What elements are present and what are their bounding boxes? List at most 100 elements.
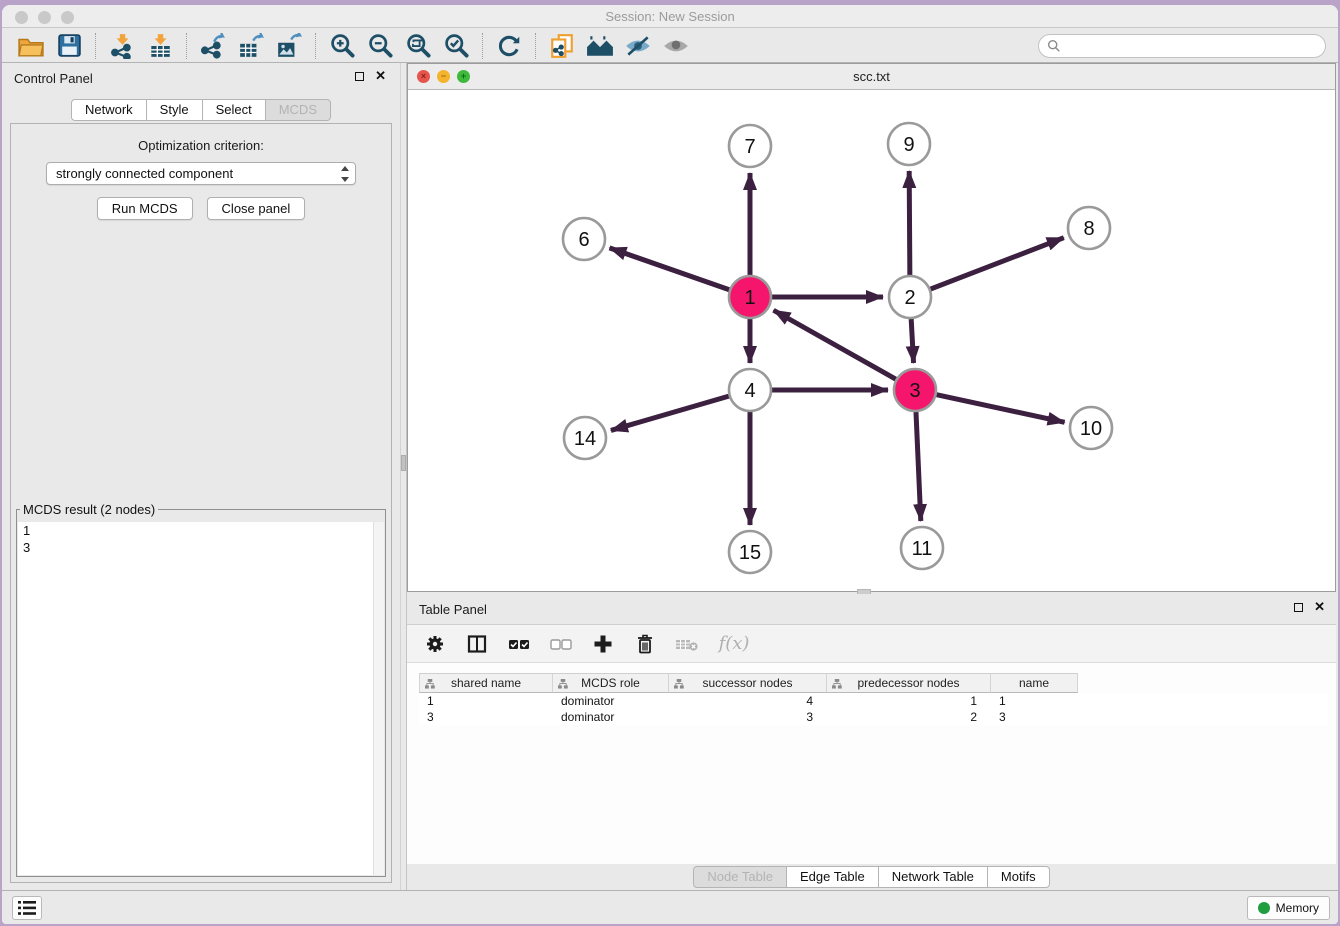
svg-text:8: 8 — [1083, 218, 1094, 240]
graph-node-4[interactable]: 4 — [729, 369, 771, 411]
graph-edge-4-14[interactable] — [611, 396, 729, 430]
graph-node-3[interactable]: 3 — [894, 369, 936, 411]
column-header-label: name — [1019, 676, 1049, 690]
zoom-out-icon — [367, 32, 394, 59]
graph-node-15[interactable]: 15 — [729, 531, 771, 573]
export-network-button[interactable] — [194, 31, 232, 61]
close-table-panel-icon[interactable]: ✕ — [1314, 599, 1325, 615]
result-line: 1 — [18, 522, 384, 539]
tab-motifs[interactable]: Motifs — [987, 866, 1050, 888]
vertical-splitter-grip[interactable] — [401, 455, 406, 471]
close-panel-icon[interactable]: ✕ — [375, 68, 386, 84]
graph-edge-3-11[interactable] — [916, 412, 921, 521]
vertical-splitter[interactable] — [400, 63, 407, 890]
search-box — [1038, 34, 1326, 58]
column-header-shared-name[interactable]: shared name — [419, 673, 553, 693]
trash-icon — [635, 634, 655, 654]
zoom-fit-icon — [405, 32, 432, 59]
deselect-all-rows-button[interactable] — [549, 632, 573, 656]
tab-mcds[interactable]: MCDS — [265, 99, 331, 121]
column-header-predecessor-nodes[interactable]: predecessor nodes — [827, 673, 991, 693]
hide-panels-button[interactable] — [619, 31, 657, 61]
zoom-in-button[interactable] — [323, 31, 361, 61]
graph-edge-3-1[interactable] — [774, 310, 896, 379]
graph-node-11[interactable]: 11 — [901, 527, 943, 569]
search-input[interactable] — [1066, 37, 1317, 54]
network-canvas[interactable]: 7 9 6 8 1 2 4 3 14 10 15 11 — [408, 90, 1335, 591]
delete-table-button[interactable] — [675, 632, 699, 656]
mcds-result-legend: MCDS result (2 nodes) — [20, 502, 158, 517]
tab-network-table[interactable]: Network Table — [878, 866, 988, 888]
attribute-icon — [832, 679, 842, 689]
network-window-title: scc.txt — [408, 69, 1335, 84]
import-table-icon — [147, 33, 173, 59]
table-row[interactable]: 1dominator411 — [419, 693, 1328, 709]
tab-select[interactable]: Select — [202, 99, 266, 121]
graph-edge-1-6[interactable] — [609, 248, 729, 290]
table-cell: dominator — [553, 709, 669, 725]
column-header-name[interactable]: name — [991, 673, 1078, 693]
network-graph[interactable]: 7 9 6 8 1 2 4 3 14 10 15 11 — [408, 90, 1335, 591]
import-table-button[interactable] — [141, 31, 179, 61]
duplicate-network-button[interactable] — [543, 31, 581, 61]
tab-style[interactable]: Style — [146, 99, 203, 121]
import-network-button[interactable] — [103, 31, 141, 61]
save-session-button[interactable] — [50, 31, 88, 61]
graph-node-7[interactable]: 7 — [729, 125, 771, 167]
graph-edge-3-10[interactable] — [937, 395, 1065, 423]
export-table-button[interactable] — [232, 31, 270, 61]
column-header-successor-nodes[interactable]: successor nodes — [669, 673, 827, 693]
run-mcds-button[interactable]: Run MCDS — [97, 197, 193, 220]
table-row[interactable]: 3dominator323 — [419, 709, 1328, 725]
criterion-dropdown[interactable]: strongly connected component — [46, 162, 356, 185]
table-cell: 3 — [419, 709, 553, 725]
zoom-in-icon — [329, 32, 356, 59]
close-panel-button[interactable]: Close panel — [207, 197, 306, 220]
graph-node-1[interactable]: 1 — [729, 276, 771, 318]
criterion-value: strongly connected component — [56, 166, 233, 181]
tab-node-table[interactable]: Node Table — [693, 866, 787, 888]
graph-edge-2-3[interactable] — [911, 319, 913, 363]
apply-function-button[interactable]: f(x) — [717, 632, 751, 656]
graph-edge-2-8[interactable] — [931, 238, 1064, 289]
table-settings-button[interactable] — [423, 632, 447, 656]
open-session-button[interactable] — [12, 31, 50, 61]
delete-rows-button[interactable] — [633, 632, 657, 656]
attribute-icon — [425, 679, 435, 689]
svg-text:11: 11 — [912, 538, 933, 560]
graph-node-6[interactable]: 6 — [563, 218, 605, 260]
show-panels-button[interactable] — [657, 31, 695, 61]
mcds-result-area[interactable]: 13 — [18, 522, 384, 875]
graph-node-8[interactable]: 8 — [1068, 207, 1110, 249]
float-panel-icon[interactable] — [355, 72, 364, 81]
import-network-icon — [109, 33, 135, 59]
zoom-selected-button[interactable] — [437, 31, 475, 61]
tab-network[interactable]: Network — [71, 99, 147, 121]
control-panel-tabs: NetworkStyleSelectMCDS — [2, 99, 400, 121]
graph-node-10[interactable]: 10 — [1070, 407, 1112, 449]
graph-node-9[interactable]: 9 — [888, 123, 930, 165]
float-table-panel-icon[interactable] — [1294, 603, 1303, 612]
task-history-button[interactable] — [12, 896, 42, 920]
table-panel-title: Table Panel — [419, 602, 487, 617]
columns-icon — [467, 634, 487, 654]
show-columns-button[interactable] — [465, 632, 489, 656]
network-home-button[interactable] — [581, 31, 619, 61]
zoom-out-button[interactable] — [361, 31, 399, 61]
result-scrollbar[interactable] — [373, 522, 384, 875]
select-all-rows-button[interactable] — [507, 632, 531, 656]
graph-node-2[interactable]: 2 — [889, 276, 931, 318]
graph-node-14[interactable]: 14 — [564, 417, 606, 459]
memory-button[interactable]: Memory — [1247, 896, 1330, 920]
refresh-button[interactable] — [490, 31, 528, 61]
graph-edge-2-9[interactable] — [909, 171, 910, 275]
table-panel-body: f(x) shared nameMCDS rolesuccessor nodes… — [407, 624, 1336, 864]
optimization-criterion-label: Optimization criterion: — [11, 138, 391, 153]
add-row-button[interactable] — [591, 632, 615, 656]
column-header-MCDS-role[interactable]: MCDS role — [553, 673, 669, 693]
zoom-fit-button[interactable] — [399, 31, 437, 61]
table-toolbar: f(x) — [407, 625, 1336, 663]
export-image-button[interactable] — [270, 31, 308, 61]
tab-edge-table[interactable]: Edge Table — [786, 866, 879, 888]
memory-status-icon — [1258, 902, 1270, 914]
